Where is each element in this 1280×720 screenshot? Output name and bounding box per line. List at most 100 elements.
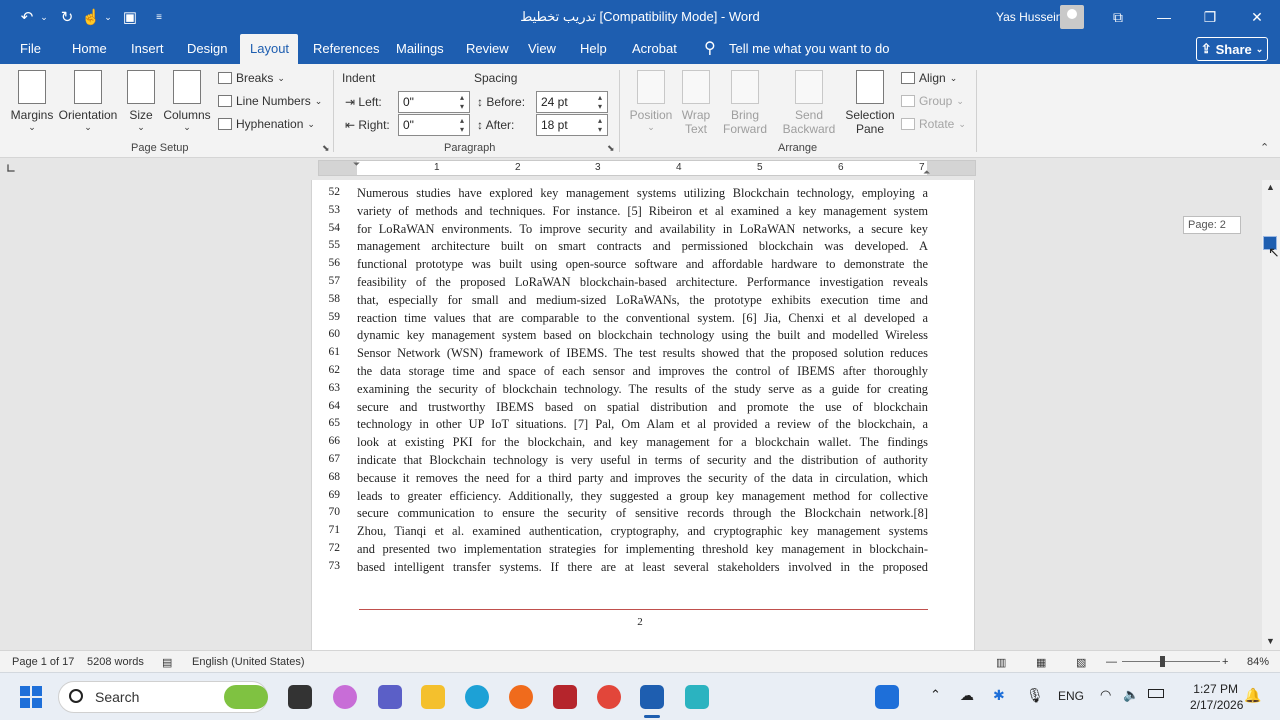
tab-file[interactable]: File	[10, 34, 51, 64]
file-explorer-icon[interactable]	[421, 685, 445, 709]
zoom-level[interactable]: 84%	[1247, 656, 1269, 668]
indent-left-field[interactable]: 0"	[398, 91, 470, 113]
document-line[interactable]: the data storage time and space of each …	[357, 364, 928, 379]
group-button[interactable]: Group ⌄	[901, 94, 964, 108]
document-line[interactable]: indicate that Blockchain technology is v…	[357, 453, 928, 468]
columns-button[interactable]: Columns ⌄	[162, 70, 212, 133]
document-line[interactable]: variety of methods and techniques. For i…	[357, 204, 928, 219]
scroll-down-icon[interactable]: ▼	[1266, 636, 1275, 646]
volume-icon[interactable]: 🔈	[1123, 687, 1139, 703]
document-line[interactable]: reaction time values that are comparable…	[357, 311, 928, 326]
margins-button[interactable]: Margins ⌄	[8, 70, 56, 133]
document-line[interactable]: Sensor Network (WSN) framework of IBEMS.…	[357, 346, 928, 361]
position-button[interactable]: Position ⌄	[627, 70, 675, 133]
document-line[interactable]: Numerous studies have explored key manag…	[357, 186, 928, 201]
line-numbers-button[interactable]: Line Numbers ⌄	[218, 94, 322, 108]
indent-right-field[interactable]: 0"	[398, 114, 470, 136]
ribbon-display-icon[interactable]: ⧉	[1095, 0, 1141, 34]
user-name[interactable]: Yas Hussein	[996, 10, 1062, 24]
document-line[interactable]: secure communication to ensure the secur…	[357, 506, 928, 521]
zoom-in-icon[interactable]: +	[1222, 656, 1228, 668]
horizontal-ruler[interactable]: 1 2 3 4 5 6 7 ⏷ ⏶	[318, 159, 976, 178]
paragraph-launcher-icon[interactable]: ⬊	[607, 143, 615, 154]
web-layout-icon[interactable]: ▧	[1076, 656, 1086, 669]
close-icon[interactable]: ✕	[1234, 0, 1280, 34]
task-view-icon[interactable]	[288, 685, 312, 709]
send-backward-button[interactable]: Send Backward	[777, 70, 841, 136]
tab-view[interactable]: View	[518, 34, 566, 64]
print-layout-icon[interactable]: ▦	[1036, 656, 1046, 669]
battery-icon[interactable]	[1148, 689, 1164, 698]
document-line[interactable]: functional prototype was built using ope…	[357, 257, 928, 272]
clock[interactable]: 1:27 PM 2/17/2026	[1190, 681, 1243, 713]
document-line[interactable]: because it removes the need for a third …	[357, 471, 928, 486]
tab-insert[interactable]: Insert	[121, 34, 174, 64]
proofing-icon[interactable]: ▤	[162, 656, 172, 669]
word-icon[interactable]	[640, 685, 664, 709]
rotate-button[interactable]: Rotate ⌄	[901, 117, 966, 131]
bluetooth-icon[interactable]: ✱	[993, 687, 1005, 704]
zoom-out-icon[interactable]: —	[1106, 656, 1117, 668]
spacing-before-field[interactable]: 24 pt	[536, 91, 608, 113]
scroll-up-icon[interactable]: ▲	[1266, 182, 1275, 192]
document-line[interactable]: examining the security of blockchain tec…	[357, 382, 928, 397]
tab-design[interactable]: Design	[177, 34, 237, 64]
read-mode-icon[interactable]: ▥	[996, 656, 1006, 669]
firefox-icon[interactable]	[509, 685, 533, 709]
tell-me-search[interactable]: Tell me what you want to do	[719, 34, 899, 64]
tab-selector-icon[interactable]	[7, 164, 15, 172]
tab-acrobat[interactable]: Acrobat	[622, 34, 687, 64]
microphone-icon[interactable]: 🎙	[1026, 687, 1044, 704]
orientation-button[interactable]: Orientation ⌄	[58, 70, 118, 133]
bring-forward-button[interactable]: Bring Forward	[716, 70, 774, 136]
document-line[interactable]: for LoRaWAN environments. To improve sec…	[357, 222, 928, 237]
page-setup-launcher-icon[interactable]: ⬊	[322, 143, 330, 154]
document-line[interactable]: leads to greater efficiency. Additionall…	[357, 489, 928, 504]
chrome-icon[interactable]	[597, 685, 621, 709]
document-line[interactable]: feasibility of the proposed LoRaWAN bloc…	[357, 275, 928, 290]
desktop-icon[interactable]	[875, 685, 899, 709]
wifi-icon[interactable]: ◠	[1100, 687, 1111, 703]
collapse-ribbon-icon[interactable]: ⌃	[1260, 141, 1269, 154]
snipping-tool-icon[interactable]	[685, 685, 709, 709]
edge-icon[interactable]	[465, 685, 489, 709]
tab-layout[interactable]: Layout	[240, 34, 298, 64]
document-line[interactable]: technology in other UP IoT situations. […	[357, 417, 928, 432]
hyphenation-button[interactable]: Hyphenation ⌄	[218, 117, 315, 131]
mendeley-icon[interactable]	[553, 685, 577, 709]
language-indicator[interactable]: ENG	[1058, 689, 1084, 703]
document-line[interactable]: Zhou, Tianqi et al. examined authenticat…	[357, 524, 928, 539]
show-hidden-icons-icon[interactable]: ⌃	[930, 687, 941, 703]
breaks-button[interactable]: Breaks ⌄	[218, 71, 285, 85]
document-line[interactable]: look at existing PKI for the blockchain,…	[357, 435, 928, 450]
size-button[interactable]: Size ⌄	[124, 70, 158, 133]
right-indent-marker-icon[interactable]: ⏶	[923, 167, 930, 178]
document-line[interactable]: based intelligent transfer systems. If t…	[357, 560, 928, 575]
teams-icon[interactable]	[378, 685, 402, 709]
page-count[interactable]: Page 1 of 17	[12, 656, 74, 668]
document-line[interactable]: that, especially for small and medium-si…	[357, 293, 928, 308]
align-button[interactable]: Align ⌄	[901, 71, 957, 85]
notifications-icon[interactable]: 🔔	[1244, 687, 1261, 704]
tab-home[interactable]: Home	[62, 34, 117, 64]
zoom-slider-thumb[interactable]	[1160, 656, 1165, 667]
document-line[interactable]: management architecture built on smart c…	[357, 239, 928, 254]
sync-off-icon[interactable]: ☁	[960, 687, 974, 704]
zoom-slider[interactable]	[1122, 661, 1220, 662]
document-line[interactable]: secure and trustworthy IBEMS based on sp…	[357, 400, 928, 415]
tab-mailings[interactable]: Mailings	[386, 34, 454, 64]
spacing-after-field[interactable]: 18 pt	[536, 114, 608, 136]
copilot-icon[interactable]	[333, 685, 357, 709]
widget-icon[interactable]	[224, 685, 268, 709]
word-count[interactable]: 5208 words	[87, 656, 144, 668]
selection-pane-button[interactable]: Selection Pane	[843, 70, 897, 136]
tab-review[interactable]: Review	[456, 34, 519, 64]
restore-icon[interactable]: ❐	[1187, 0, 1233, 34]
windows-start-icon[interactable]	[20, 686, 42, 708]
tab-help[interactable]: Help	[570, 34, 617, 64]
language-status[interactable]: English (United States)	[192, 656, 305, 668]
share-button[interactable]: ⇪ Share ⌄	[1196, 37, 1268, 61]
wrap-text-button[interactable]: Wrap Text	[676, 70, 716, 136]
tab-references[interactable]: References	[303, 34, 389, 64]
avatar[interactable]	[1060, 5, 1084, 29]
